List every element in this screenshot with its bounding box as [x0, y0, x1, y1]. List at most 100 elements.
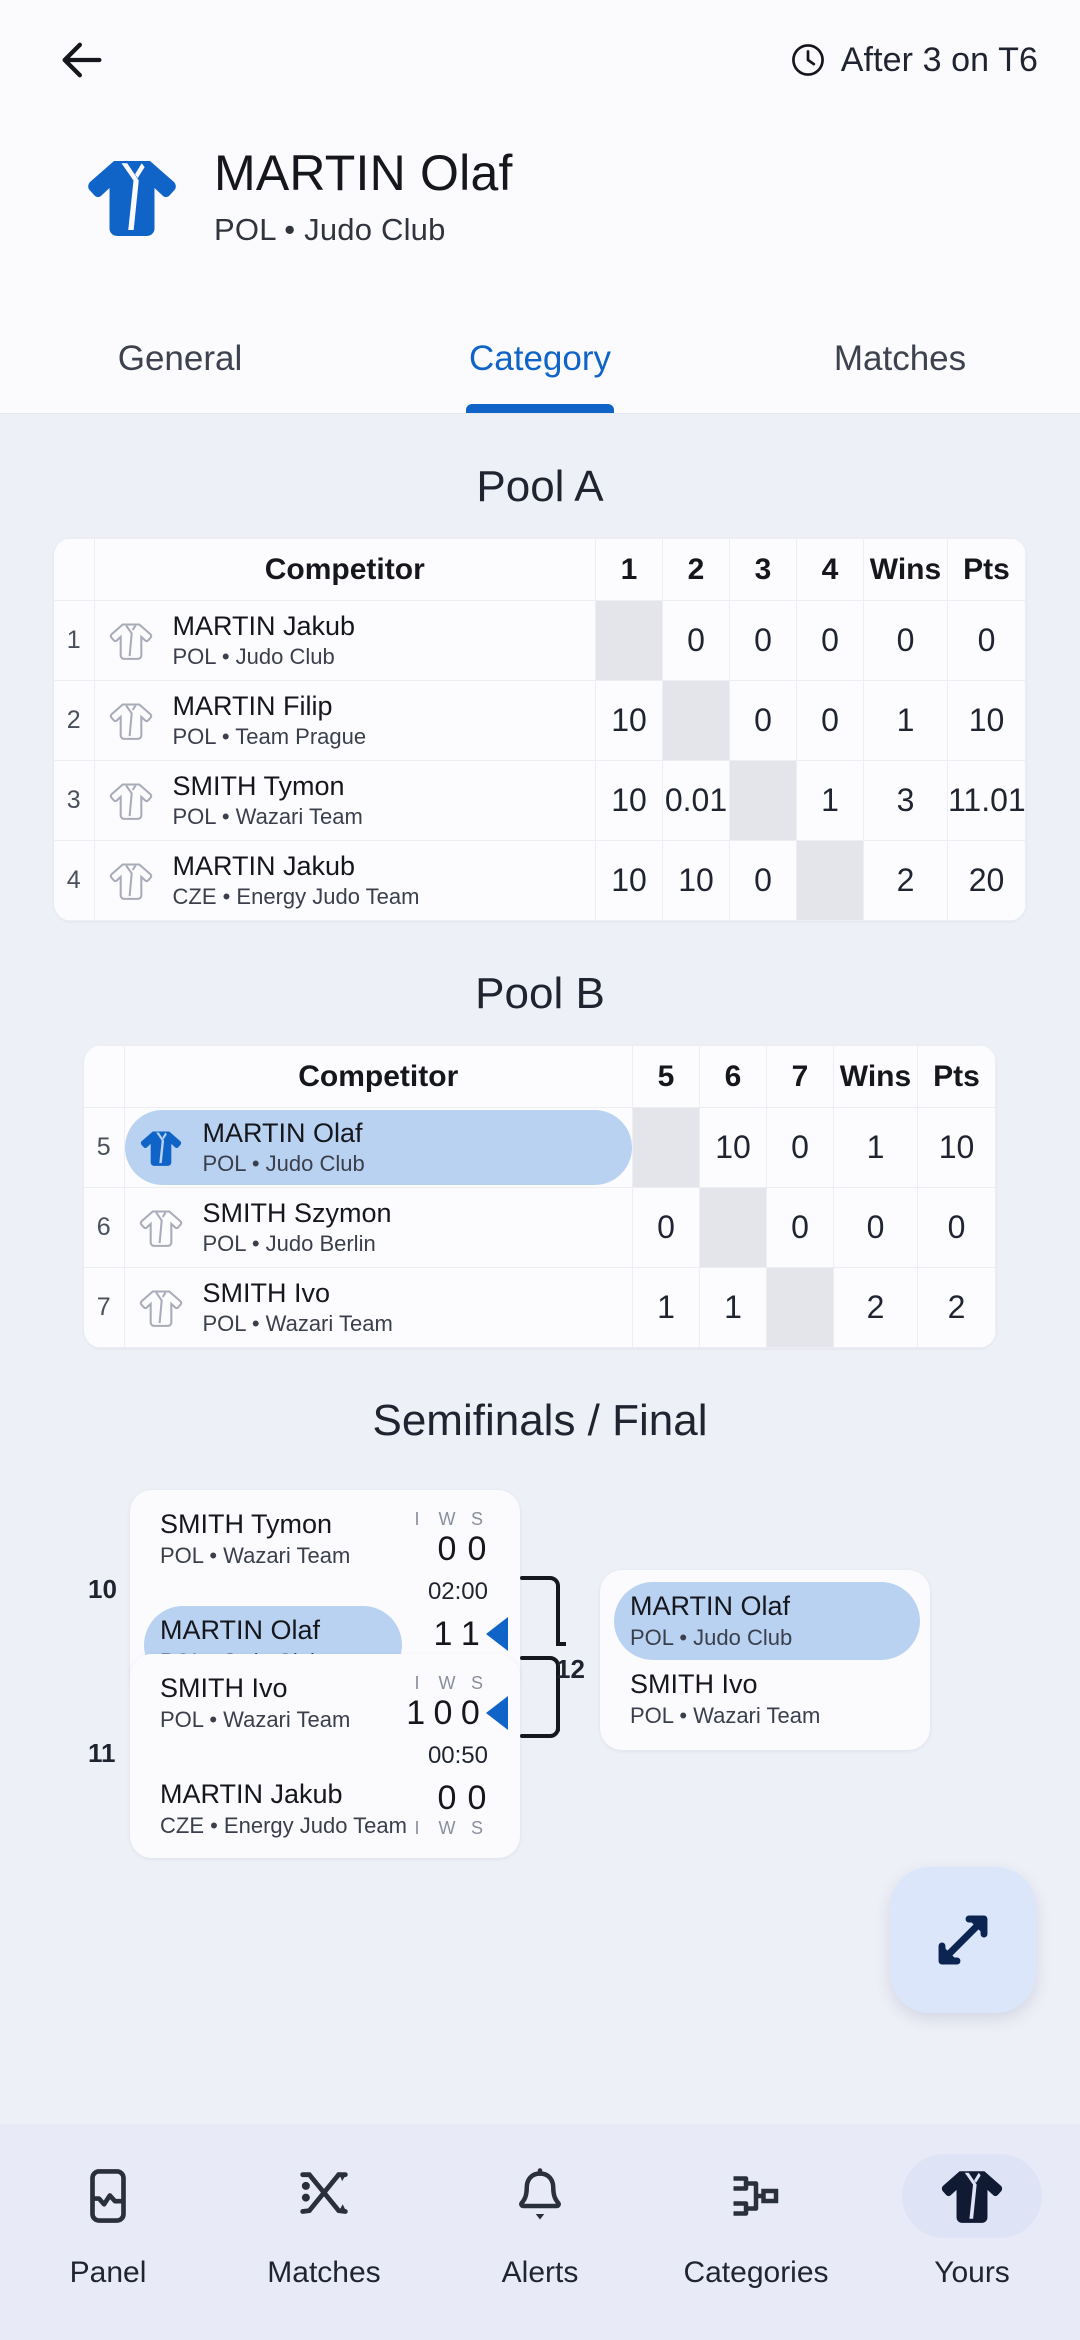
table-row[interactable]: 4 MARTIN Jakub CZE • Energy Judo Team 10…	[54, 840, 1026, 921]
score-header-s: S	[470, 1508, 483, 1529]
column-header: Pts	[917, 1045, 996, 1108]
match-number-10: 10	[88, 1574, 117, 1604]
topbar: After 3 on T6	[0, 0, 1080, 120]
match-time: 02:00	[427, 1577, 488, 1605]
score-cell: 10	[662, 840, 730, 921]
judogi-icon	[139, 1209, 182, 1247]
competitor-cell[interactable]: MARTIN Filip POL • Team Prague	[93, 680, 596, 761]
nav-item-matches[interactable]: Matches	[216, 2154, 432, 2290]
score-col-top: I W S 1 0 0	[402, 1673, 512, 1733]
score-header-s: S	[470, 1672, 483, 1693]
table-row[interactable]: 5 MARTIN Olaf POL • Judo Club 10 0 1 10	[84, 1107, 996, 1188]
column-header: 3	[729, 538, 797, 601]
player-club: POL • Judo Club	[630, 1624, 793, 1650]
score-values: 1 0 0	[402, 1694, 512, 1733]
competitor: MARTIN Filip POL • Team Prague	[95, 683, 596, 757]
competitor-text: SMITH Szymon POL • Judo Berlin	[203, 1198, 392, 1256]
bottom-navigation: Panel Matches Alerts Categories Yours	[0, 2124, 1080, 2340]
player-block: MARTIN Olaf POL • Judo Club	[614, 1582, 920, 1660]
competitor-cell[interactable]: MARTIN Jakub CZE • Energy Judo Team	[93, 840, 596, 921]
winner-indicator-icon	[485, 1696, 508, 1731]
column-header: Wins	[833, 1045, 918, 1108]
match-player-top[interactable]: MARTIN Olaf POL • Judo Club	[614, 1582, 920, 1660]
competitor-text: MARTIN Olaf POL • Judo Club	[203, 1118, 365, 1176]
top-header-area: After 3 on T6 MARTIN Olaf POL • Judo Clu…	[0, 0, 1080, 414]
back-button[interactable]	[50, 28, 114, 92]
competitor-text: MARTIN Filip POL • Team Prague	[173, 691, 367, 749]
judogi-icon	[109, 702, 152, 740]
judogi-icon	[109, 782, 152, 820]
competitor-cell[interactable]: SMITH Tymon POL • Wazari Team	[93, 760, 596, 841]
match-card-11[interactable]: SMITH Ivo POL • Wazari Team I W S 1 0 0 …	[130, 1654, 520, 1858]
player-club: CZE • Energy Judo Team	[160, 1812, 407, 1838]
bracket-area: SMITH Tymon POL • Wazari Team I W S 0 0 …	[0, 1482, 1080, 1858]
nav-icon-box	[902, 2154, 1042, 2238]
table-row[interactable]: 6 SMITH Szymon POL • Judo Berlin 0000	[84, 1187, 996, 1268]
bell-icon	[519, 2168, 561, 2220]
competitor-cell[interactable]: SMITH Ivo POL • Wazari Team	[123, 1267, 633, 1348]
player-name: SMITH Ivo	[630, 1668, 758, 1699]
competitor: MARTIN Olaf POL • Judo Club	[124, 1110, 632, 1185]
competitor-club: POL • Wazari Team	[172, 804, 363, 830]
nav-item-panel[interactable]: Panel	[0, 2154, 216, 2290]
table-row[interactable]: 1 MARTIN Jakub POL • Judo Club 00000	[54, 600, 1026, 681]
match-card-12[interactable]: MARTIN Olaf POL • Judo Club SMITH Ivo PO…	[600, 1570, 930, 1750]
athlete-club: POL • Judo Club	[214, 212, 446, 247]
pts-cell: 10	[947, 680, 1026, 761]
pts-cell: 11.01	[947, 760, 1026, 841]
nav-item-categories[interactable]: Categories	[648, 2154, 864, 2290]
player-club: POL • Wazari Team	[160, 1706, 351, 1732]
column-header: 4	[796, 538, 864, 601]
nav-item-alerts[interactable]: Alerts	[432, 2154, 648, 2290]
competitor-name: MARTIN Jakub	[172, 851, 356, 882]
diagonal-cell	[729, 760, 797, 841]
column-header: Competitor	[93, 538, 596, 601]
matches-icon	[300, 2172, 348, 2214]
tab-category-label: Category	[468, 338, 612, 378]
judogi-icon	[941, 2171, 1003, 2223]
score-cell: 10	[595, 840, 663, 921]
row-index: 4	[54, 840, 95, 921]
column-header: 7	[766, 1045, 834, 1108]
nav-icon-box	[38, 2154, 178, 2238]
competitor-club: POL • Wazari Team	[202, 1311, 393, 1337]
wins-cell: 1	[833, 1107, 918, 1188]
tab-general[interactable]: General	[0, 304, 360, 413]
table-row[interactable]: 3 SMITH Tymon POL • Wazari Team 10 0.01 1 3…	[54, 760, 1026, 841]
row-index: 2	[54, 680, 95, 761]
column-header: Pts	[947, 538, 1026, 601]
match-player-bottom[interactable]: MARTIN Jakub CZE • Energy Judo Team 0 0 …	[144, 1770, 512, 1848]
match-player-bottom[interactable]: SMITH Ivo POL • Wazari Team	[614, 1660, 920, 1738]
table-row[interactable]: 2 MARTIN Filip POL • Team Prague 10 0 0 1 10	[54, 680, 1026, 761]
competitor-name: MARTIN Jakub	[172, 611, 356, 642]
pool-a-table-wrap: Competitor 1 2 3 4 Wins Pts 1 MARTIN Jakub POL …	[0, 538, 1080, 921]
competitor-club: POL • Team Prague	[172, 724, 367, 750]
score-cell: 0	[766, 1107, 834, 1188]
diagonal-cell	[699, 1187, 767, 1268]
match-number-11: 11	[88, 1738, 116, 1768]
column-header: 6	[699, 1045, 767, 1108]
competitor-name: SMITH Tymon	[172, 771, 345, 802]
tab-active-underline	[466, 404, 614, 413]
match-player-top[interactable]: SMITH Ivo POL • Wazari Team I W S 1 0 0	[144, 1664, 512, 1742]
column-header: 2	[662, 538, 730, 601]
bracket-title: Semifinals / Final	[372, 1396, 708, 1445]
pts-cell: 2	[917, 1267, 996, 1348]
expand-fab-button[interactable]	[890, 1867, 1036, 2013]
status-indicator: After 3 on T6	[789, 41, 1038, 80]
judogi-icon	[140, 1131, 181, 1166]
competitor-cell[interactable]: MARTIN Jakub POL • Judo Club	[93, 600, 596, 681]
match-player-top[interactable]: SMITH Tymon POL • Wazari Team I W S 0 0	[144, 1500, 512, 1578]
score-header-i: I	[414, 1817, 420, 1838]
diagonal-cell	[796, 840, 864, 921]
nav-item-yours[interactable]: Yours	[864, 2154, 1080, 2290]
competitor-cell[interactable]: MARTIN Olaf POL • Judo Club	[123, 1107, 633, 1188]
competitor-cell[interactable]: SMITH Szymon POL • Judo Berlin	[123, 1187, 633, 1268]
tab-matches[interactable]: Matches	[720, 304, 1080, 413]
nav-label: Categories	[683, 2256, 829, 2289]
row-index: 6	[84, 1187, 125, 1268]
score-headers: I W S	[402, 1509, 512, 1530]
diagonal-cell	[632, 1107, 700, 1188]
tab-category[interactable]: Category	[360, 304, 720, 413]
table-row[interactable]: 7 SMITH Ivo POL • Wazari Team 1122	[84, 1267, 996, 1348]
